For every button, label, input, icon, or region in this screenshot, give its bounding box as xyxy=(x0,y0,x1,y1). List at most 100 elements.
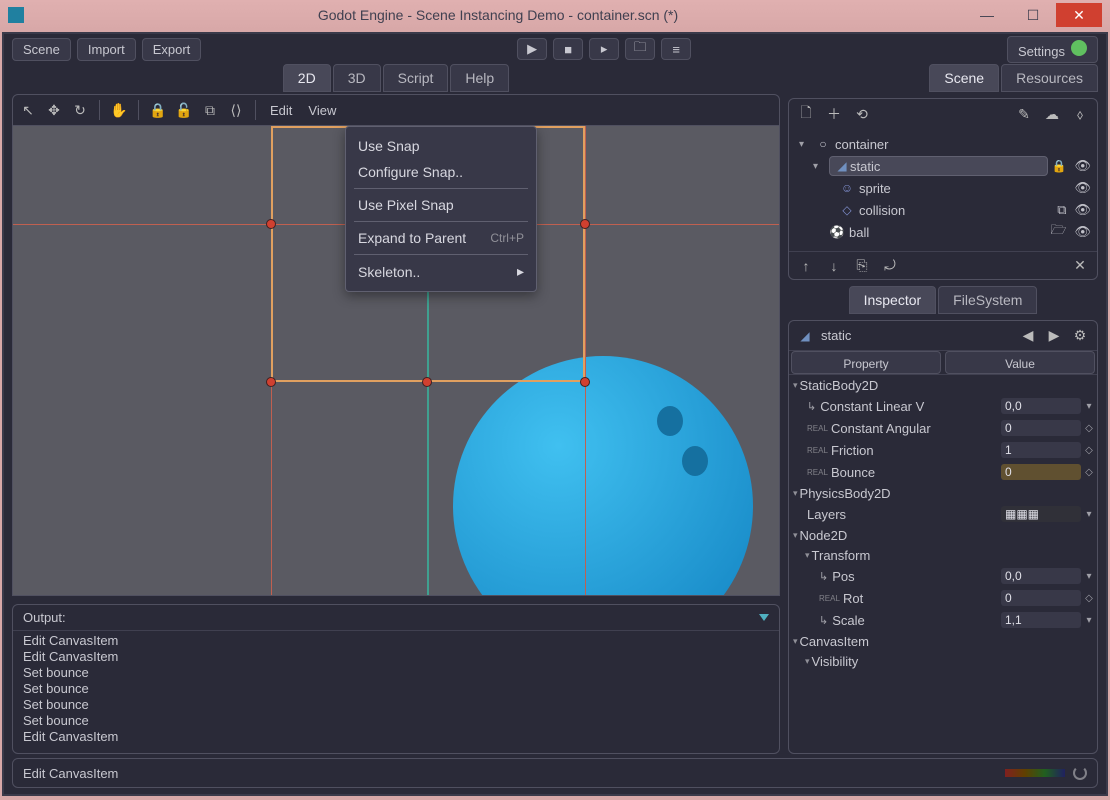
prop-constant-linear[interactable]: ↳Constant Linear V0,0▾ xyxy=(789,395,1097,417)
link-icon[interactable]: ⧉ xyxy=(201,101,219,119)
menu-expand-parent[interactable]: Expand to ParentCtrl+P xyxy=(346,225,536,251)
tab-scene[interactable]: Scene xyxy=(929,64,999,92)
app-frame: Scene Import Export ▶ ■ ▸ 🗀 ≡ Settings 2… xyxy=(2,32,1108,796)
output-line: Set bounce xyxy=(23,681,769,697)
add-node-icon[interactable]: ＋ xyxy=(825,105,843,123)
tree-node-collision[interactable]: ◇ collision ⧉ 👁 xyxy=(795,199,1091,221)
pan-tool-icon[interactable]: ✋ xyxy=(110,101,128,119)
tree-node-container[interactable]: ▾ ○ container xyxy=(795,133,1091,155)
settings-button[interactable]: Settings xyxy=(1007,36,1098,63)
new-node-icon[interactable]: 🗋 xyxy=(797,105,815,123)
link-icon[interactable]: ⧉ xyxy=(1057,202,1066,218)
tab-resources[interactable]: Resources xyxy=(1001,64,1098,92)
handle-mr[interactable] xyxy=(580,219,590,229)
tab-3d[interactable]: 3D xyxy=(333,64,381,92)
lock-icon[interactable]: 🔒 xyxy=(149,101,167,119)
tab-help[interactable]: Help xyxy=(450,64,509,92)
open-scene-button[interactable]: 🗀 xyxy=(625,38,655,60)
move-down-icon[interactable]: ↓ xyxy=(825,257,843,275)
collapse-icon[interactable] xyxy=(759,614,769,621)
layout-button[interactable]: ≡ xyxy=(661,38,691,60)
handle-bl[interactable] xyxy=(266,377,276,387)
toggle-visibility-icon[interactable]: ☁ xyxy=(1043,105,1061,123)
move-up-icon[interactable]: ↑ xyxy=(797,257,815,275)
scene-menu[interactable]: Scene xyxy=(12,38,71,61)
lock-icon[interactable]: 🔒 xyxy=(1052,159,1067,173)
output-line: Set bounce xyxy=(23,665,769,681)
tab-inspector[interactable]: Inspector xyxy=(849,286,937,314)
output-line: Edit CanvasItem xyxy=(23,633,769,649)
menu-skeleton[interactable]: Skeleton..▸ xyxy=(346,258,536,285)
handle-bm[interactable] xyxy=(422,377,432,387)
ball-sprite[interactable] xyxy=(453,356,753,596)
eye-icon[interactable]: 👁 xyxy=(1074,202,1091,218)
window-title: Godot Engine - Scene Instancing Demo - c… xyxy=(32,7,964,23)
play-button[interactable]: ▶ xyxy=(517,38,547,60)
instance-icon[interactable]: ⟲ xyxy=(853,105,871,123)
canvas-viewport[interactable]: Use Snap Configure Snap.. Use Pixel Snap… xyxy=(12,126,780,596)
export-menu[interactable]: Export xyxy=(142,38,202,61)
settings-icon xyxy=(1071,40,1087,56)
stop-button[interactable]: ■ xyxy=(553,38,583,60)
col-value: Value xyxy=(945,351,1095,374)
chevron-down-icon[interactable]: ▾ xyxy=(813,161,825,172)
reparent-icon[interactable]: ⤾ xyxy=(881,257,899,275)
play-icon: ▶ xyxy=(527,41,537,57)
view-menu-button[interactable]: View xyxy=(304,103,340,118)
scene-tree[interactable]: ▾ ○ container ▾ ◢ static 🔒 👁 xyxy=(789,129,1097,251)
menu-configure-snap[interactable]: Configure Snap.. xyxy=(346,159,536,185)
code-icon[interactable]: ⟨⟩ xyxy=(227,101,245,119)
rotate-tool-icon[interactable]: ↻ xyxy=(71,101,89,119)
tab-script[interactable]: Script xyxy=(383,64,449,92)
prop-constant-angular[interactable]: REALConstant Angular0◇ xyxy=(789,417,1097,439)
eye-icon[interactable]: 👁 xyxy=(1074,224,1091,240)
inspector-panel: ◢ static ◀ ▶ ⚙ Property Value ▾StaticBod… xyxy=(788,320,1098,754)
import-menu[interactable]: Import xyxy=(77,38,136,61)
wand-icon[interactable]: ✎ xyxy=(1015,105,1033,123)
play-scene-icon: ▸ xyxy=(601,41,608,57)
play-scene-button[interactable]: ▸ xyxy=(589,38,619,60)
unlock-icon[interactable]: 🔓 xyxy=(175,101,193,119)
minimize-button[interactable]: — xyxy=(964,3,1010,27)
maximize-button[interactable]: ☐ xyxy=(1010,3,1056,27)
prop-bounce[interactable]: REALBounce0◇ xyxy=(789,461,1097,483)
handle-br[interactable] xyxy=(580,377,590,387)
tree-node-static-row[interactable]: ▾ ◢ static 🔒 👁 xyxy=(795,155,1091,177)
select-tool-icon[interactable]: ↖ xyxy=(19,101,37,119)
output-body[interactable]: Edit CanvasItem Edit CanvasItem Set boun… xyxy=(13,631,779,753)
inspector-tabs: Inspector FileSystem xyxy=(788,286,1098,314)
tree-node-sprite[interactable]: ☺ sprite 👁 xyxy=(795,177,1091,199)
duplicate-icon[interactable]: ⎘ xyxy=(853,257,871,275)
tab-2d[interactable]: 2D xyxy=(283,64,331,92)
close-button[interactable]: ✕ xyxy=(1056,3,1102,27)
prop-layers[interactable]: Layers▦▦▦▾ xyxy=(789,503,1097,525)
history-prev-icon[interactable]: ◀ xyxy=(1019,327,1037,345)
tab-filesystem[interactable]: FileSystem xyxy=(938,286,1037,314)
gear-icon[interactable]: ⚙ xyxy=(1071,327,1089,345)
prop-scale[interactable]: ↳Scale1,1▾ xyxy=(789,609,1097,631)
prop-friction[interactable]: REALFriction1◇ xyxy=(789,439,1097,461)
move-tool-icon[interactable]: ✥ xyxy=(45,101,63,119)
prop-pos[interactable]: ↳Pos0,0▾ xyxy=(789,565,1097,587)
edit-menu-button[interactable]: Edit xyxy=(266,103,296,118)
tree-node-ball[interactable]: ⚽ ball 🗁 👁 xyxy=(795,221,1091,243)
menu-use-pixel-snap[interactable]: Use Pixel Snap xyxy=(346,192,536,218)
right-tabs: Scene Resources xyxy=(788,64,1098,92)
app-icon xyxy=(8,7,24,23)
col-property: Property xyxy=(791,351,941,374)
property-list[interactable]: ▾StaticBody2D ↳Constant Linear V0,0▾ REA… xyxy=(789,375,1097,671)
list-icon: ≡ xyxy=(672,42,680,57)
history-next-icon[interactable]: ▶ xyxy=(1045,327,1063,345)
staticbody-icon: ◢ xyxy=(797,328,813,344)
prop-rot[interactable]: REALRot0◇ xyxy=(789,587,1097,609)
chevron-down-icon[interactable]: ▾ xyxy=(799,139,811,150)
eye-icon[interactable]: 👁 xyxy=(1074,158,1091,174)
eye-icon[interactable]: 👁 xyxy=(1074,180,1091,196)
view-tabs: 2D 3D Script Help xyxy=(12,64,780,92)
delete-icon[interactable]: ✕ xyxy=(1071,257,1089,275)
menu-use-snap[interactable]: Use Snap xyxy=(346,133,536,159)
handle-ml[interactable] xyxy=(266,219,276,229)
script-icon[interactable]: ⬨ xyxy=(1071,105,1089,123)
output-panel: Output: Edit CanvasItem Edit CanvasItem … xyxy=(12,604,780,754)
folder-icon[interactable]: 🗁 xyxy=(1050,221,1066,243)
